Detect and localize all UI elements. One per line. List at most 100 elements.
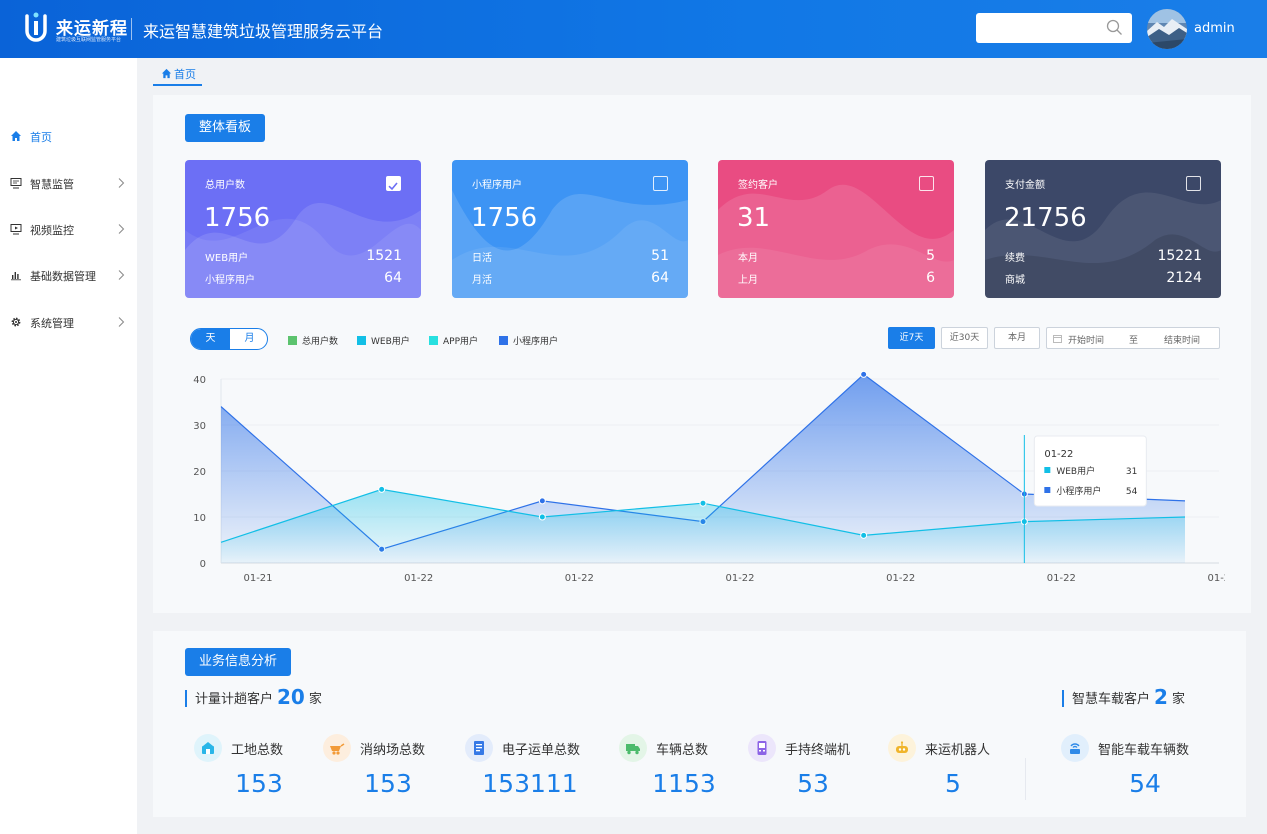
legend-swatch xyxy=(429,336,438,345)
smart-vehicle-customers-count: 2 xyxy=(1154,685,1168,709)
date-end-input[interactable]: 结束时间 xyxy=(1164,333,1200,346)
range-month-button[interactable]: 本月 xyxy=(994,327,1040,349)
card-row2-label: 上月 xyxy=(738,275,758,286)
user-avatar[interactable] xyxy=(1147,9,1187,49)
sidebar-item-system[interactable]: 系统管理 xyxy=(0,310,137,334)
card-row1-label: WEB用户 xyxy=(205,253,249,264)
tooltip-series-value: 54 xyxy=(1126,487,1138,497)
legend-web-users[interactable]: WEB用户 xyxy=(357,334,410,347)
data-point xyxy=(860,531,868,539)
smart-vehicle-customers-label: 智慧车载客户 xyxy=(1072,692,1151,707)
card-checkbox[interactable] xyxy=(1186,176,1201,191)
top-header: 来运新程 建筑垃圾互联网监管服务平台 来运智慧建筑垃圾管理服务云平台 admin xyxy=(0,0,1267,58)
search-input[interactable] xyxy=(976,13,1132,43)
stat-value: 153 xyxy=(235,769,283,798)
metered-customers-count: 20 xyxy=(277,685,305,709)
y-tick-label: 0 xyxy=(200,559,206,570)
gear-icon xyxy=(11,317,21,327)
home-icon xyxy=(161,68,172,79)
card-row2-value: 2124 xyxy=(1166,270,1202,286)
data-point xyxy=(860,370,868,378)
stat-label: 工地总数 xyxy=(231,743,284,758)
card-title: 小程序用户 xyxy=(472,180,522,191)
card-row1-value: 51 xyxy=(651,248,669,264)
stat-label: 车辆总数 xyxy=(656,743,709,758)
sidebar-item-label: 首页 xyxy=(30,131,52,144)
date-start-input[interactable]: 开始时间 xyxy=(1068,333,1104,346)
business-section-title: 业务信息分析 xyxy=(185,648,292,676)
data-point xyxy=(378,485,386,493)
breadcrumb[interactable]: 首页 xyxy=(153,66,202,86)
truck-icon xyxy=(619,734,647,762)
trend-area-chart[interactable]: 0 10 20 30 40 01-21 01-22 01-22 01-22 01-22 01-22 0… xyxy=(180,360,1225,595)
sidebar-item-base-data[interactable]: 基础数据管理 xyxy=(0,263,137,287)
y-tick-label: 10 xyxy=(193,513,206,524)
sidebar-item-video-monitor[interactable]: 视频监控 xyxy=(0,217,137,241)
stat-card-payment-amount[interactable]: 支付金额 21756 续费 15221 商城 2124 xyxy=(985,160,1221,298)
card-title: 签约客户 xyxy=(738,180,778,191)
x-tick-label: 01-22 xyxy=(886,573,915,584)
tooltip-series-name: 小程序用户 xyxy=(1056,485,1101,497)
legend-swatch xyxy=(288,336,297,345)
stat-card-miniprogram-users[interactable]: 小程序用户 1756 日活 51 月活 64 xyxy=(452,160,688,298)
overview-section-title: 整体看板 xyxy=(185,114,266,142)
card-row2-value: 64 xyxy=(651,270,669,286)
sidebar-item-smart-supervision[interactable]: 智慧监管 xyxy=(0,171,137,195)
username[interactable]: admin xyxy=(1194,21,1235,36)
x-tick-label: 01-22 xyxy=(1047,573,1076,584)
smart-vehicle-customers-summary: 智慧车载客户 2 家 xyxy=(1062,687,1185,707)
date-to-label: 至 xyxy=(1129,336,1139,346)
toggle-day[interactable]: 天 xyxy=(191,329,230,349)
chevron-right-icon xyxy=(118,224,125,234)
card-value: 31 xyxy=(737,203,771,233)
range-30days-button[interactable]: 近30天 xyxy=(941,327,988,349)
stat-label: 来运机器人 xyxy=(925,743,991,758)
x-tick-label: 01-22 xyxy=(565,573,594,584)
sidebar-item-label: 系统管理 xyxy=(30,317,74,330)
legend-miniprogram-users[interactable]: 小程序用户 xyxy=(499,334,558,347)
sidebar-item-label: 智慧监管 xyxy=(30,178,74,191)
tooltip-swatch xyxy=(1044,467,1051,473)
card-row2-value: 6 xyxy=(926,270,935,286)
legend-swatch xyxy=(499,336,508,345)
construction-site-icon xyxy=(194,734,222,762)
legend-label: WEB用户 xyxy=(371,337,410,347)
data-point xyxy=(538,513,546,521)
sidebar-item-home[interactable]: 首页 xyxy=(0,124,137,148)
y-tick-label: 30 xyxy=(193,421,206,432)
legend-label: 小程序用户 xyxy=(513,337,559,347)
tooltip-swatch xyxy=(1044,487,1051,493)
toggle-month[interactable]: 月 xyxy=(230,329,267,349)
tooltip-series-name: WEB用户 xyxy=(1056,465,1095,477)
tooltip-series-value: 31 xyxy=(1126,467,1137,477)
stat-value: 153 xyxy=(364,769,412,798)
card-value: 1756 xyxy=(204,203,271,233)
card-checkbox[interactable] xyxy=(919,176,934,191)
breadcrumb-label: 首页 xyxy=(174,68,196,81)
stat-card-contract-customers[interactable]: 签约客户 31 本月 5 上月 6 xyxy=(718,160,954,298)
stat-label: 手持终端机 xyxy=(785,743,851,758)
chevron-right-icon xyxy=(118,270,125,280)
date-range-picker[interactable]: 开始时间 至 结束时间 xyxy=(1046,327,1220,349)
day-month-toggle[interactable]: 天 月 xyxy=(190,328,268,350)
header-divider xyxy=(131,18,132,40)
search-icon[interactable] xyxy=(1106,19,1123,36)
range-7days-button[interactable]: 近7天 xyxy=(888,327,935,349)
card-row1-value: 15221 xyxy=(1157,248,1202,264)
chevron-right-icon xyxy=(118,178,125,188)
sidebar: 首页 智慧监管 视频监控 基础数据管理 系统管理 xyxy=(0,58,137,834)
metered-customers-unit: 家 xyxy=(308,692,322,707)
legend-total-users[interactable]: 总用户数 xyxy=(288,334,338,347)
card-checkbox[interactable] xyxy=(386,176,401,191)
card-title: 支付金额 xyxy=(1005,180,1045,191)
metered-customers-label: 计量计趟客户 xyxy=(195,692,274,707)
dump-site-icon xyxy=(323,734,351,762)
card-title: 总用户数 xyxy=(205,180,245,191)
legend-app-users[interactable]: APP用户 xyxy=(429,334,478,347)
stat-card-total-users[interactable]: 总用户数 1756 WEB用户 1521 小程序用户 64 xyxy=(185,160,421,298)
stat-label: 智能车载车辆数 xyxy=(1098,743,1190,758)
card-value: 1756 xyxy=(471,203,538,233)
smart-vehicle-customers-unit: 家 xyxy=(1171,692,1185,707)
data-point xyxy=(699,499,707,507)
card-checkbox[interactable] xyxy=(653,176,668,191)
